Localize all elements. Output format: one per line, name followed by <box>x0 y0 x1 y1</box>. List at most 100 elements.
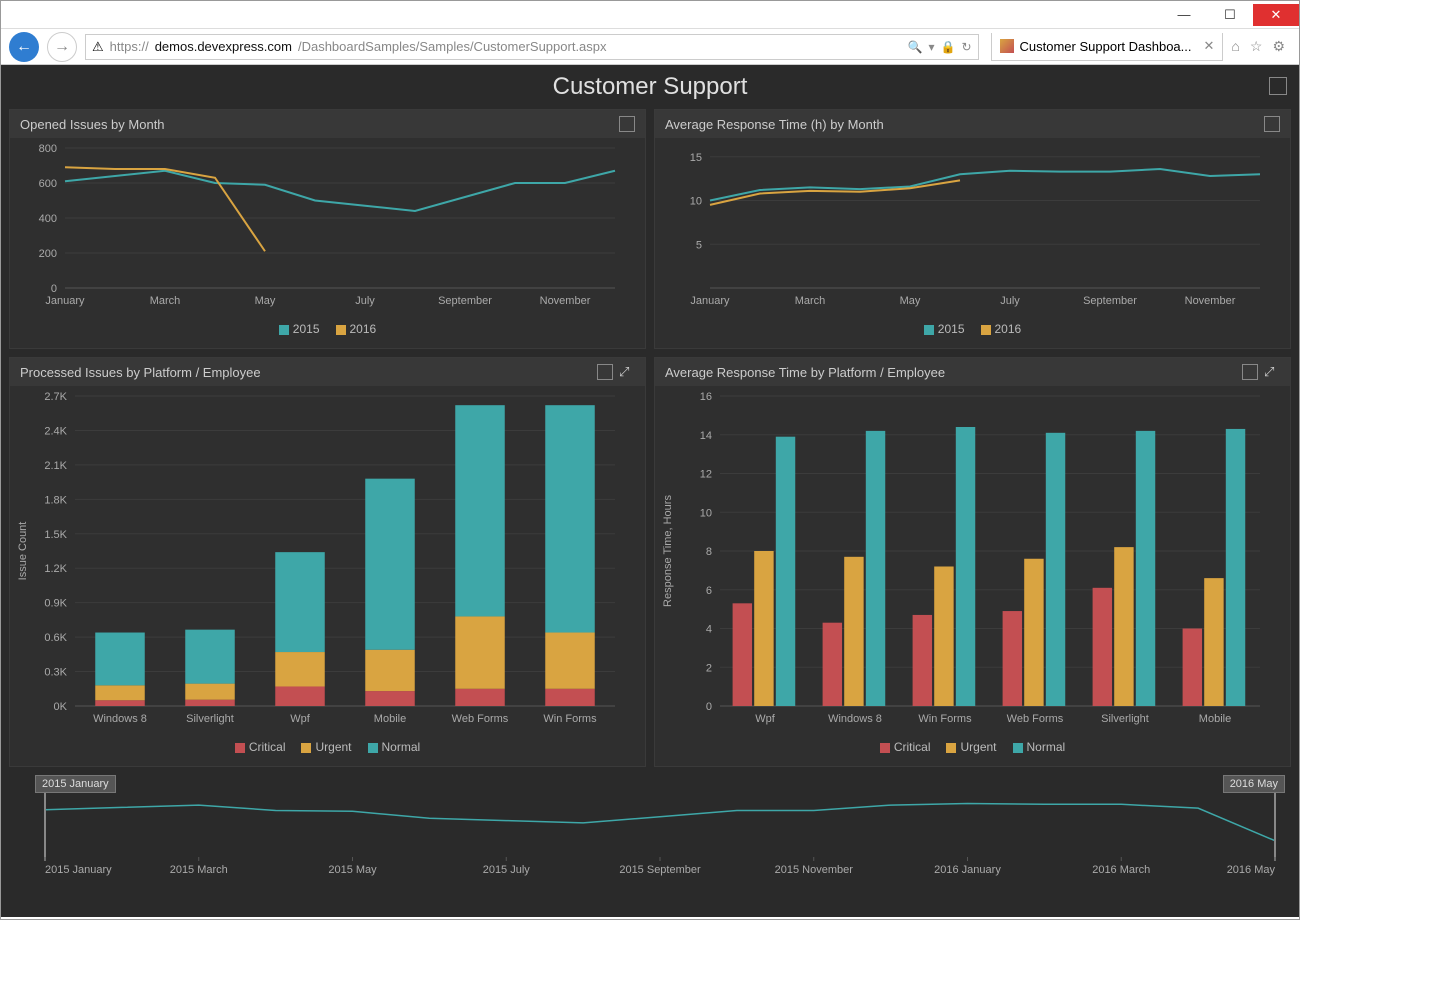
url-path: /DashboardSamples/Samples/CustomerSuppor… <box>298 39 607 54</box>
chart-avgplat[interactable]: 0246810121416WpfWindows 8Win FormsWeb Fo… <box>655 386 1290 766</box>
maximize-button[interactable]: ☐ <box>1207 4 1253 26</box>
url-host: demos.devexpress.com <box>155 39 292 54</box>
window-titlebar: — ☐ ✕ <box>1 1 1299 29</box>
legend-critical: Critical <box>894 740 931 754</box>
legend-normal: Normal <box>382 740 421 754</box>
svg-text:January: January <box>690 295 730 307</box>
range-end-label[interactable]: 2016 May <box>1223 775 1285 793</box>
svg-text:September: September <box>1083 295 1137 307</box>
favorites-icon[interactable]: ☆ <box>1250 38 1263 55</box>
legend-2015: 2015 <box>293 322 320 336</box>
pane-export-icon[interactable] <box>597 364 613 380</box>
range-selector[interactable]: 2015 January 2015 March 2015 May 2015 July 2… <box>5 771 1295 901</box>
chart-avgresp[interactable]: 51015JanuaryMarchMayJulySeptemberNovembe… <box>655 138 1290 348</box>
settings-icon[interactable]: ⚙ <box>1272 38 1285 55</box>
browser-tab[interactable]: Customer Support Dashboa... ✕ <box>991 33 1224 61</box>
svg-text:July: July <box>1000 295 1020 307</box>
svg-text:0.3K: 0.3K <box>44 667 67 679</box>
legend-year: 2015 2016 <box>655 318 1290 340</box>
svg-text:0: 0 <box>51 283 57 295</box>
svg-text:0K: 0K <box>54 701 68 713</box>
address-bar: ← → ⚠ https:// demos.devexpress.com /Das… <box>1 29 1299 65</box>
chart-processed[interactable]: 0K0.3K0.6K0.9K1.2K1.5K1.8K2.1K2.4K2.7KWi… <box>10 386 645 766</box>
pane-export-icon[interactable] <box>1264 116 1280 132</box>
refresh-icon[interactable]: ↻ <box>961 40 971 54</box>
svg-text:10: 10 <box>700 507 712 519</box>
close-button[interactable]: ✕ <box>1253 4 1299 26</box>
svg-text:2016 January: 2016 January <box>934 864 1001 876</box>
pane-export-icon[interactable] <box>619 116 635 132</box>
range-start-label[interactable]: 2015 January <box>35 775 116 793</box>
svg-text:January: January <box>45 295 85 307</box>
pane-title-text: Average Response Time (h) by Month <box>665 117 884 132</box>
pane-title-text: Processed Issues by Platform / Employee <box>20 365 261 380</box>
svg-text:May: May <box>255 295 276 307</box>
svg-text:Wpf: Wpf <box>755 713 776 725</box>
url-field[interactable]: ⚠ https:// demos.devexpress.com /Dashboa… <box>85 34 979 60</box>
svg-text:14: 14 <box>700 430 712 442</box>
svg-text:400: 400 <box>39 213 57 225</box>
search-icon[interactable]: 🔍 <box>908 40 923 54</box>
browser-window: — ☐ ✕ ← → ⚠ https:// demos.devexpress.co… <box>0 0 1300 920</box>
pane-drill-icon[interactable]: ⤢ <box>1264 364 1280 380</box>
svg-text:4: 4 <box>706 624 712 636</box>
legend-year: 2015 2016 <box>10 318 645 340</box>
pane-title-bar: Processed Issues by Platform / Employee … <box>10 358 645 386</box>
svg-text:Response Time, Hours: Response Time, Hours <box>662 495 674 607</box>
svg-text:15: 15 <box>690 152 702 164</box>
pane-title-bar: Average Response Time by Platform / Empl… <box>655 358 1290 386</box>
svg-text:Mobile: Mobile <box>374 713 406 725</box>
home-icon[interactable]: ⌂ <box>1231 38 1239 55</box>
legend-urgent: Urgent <box>315 740 351 754</box>
svg-text:5: 5 <box>696 239 702 251</box>
pane-drill-icon[interactable]: ⤢ <box>619 364 635 380</box>
lock-icon: 🔒 <box>941 40 956 54</box>
svg-text:2015 May: 2015 May <box>328 864 377 876</box>
svg-text:Web Forms: Web Forms <box>1007 713 1064 725</box>
svg-text:Silverlight: Silverlight <box>1101 713 1149 725</box>
svg-text:September: September <box>438 295 492 307</box>
legend-2016: 2016 <box>995 322 1022 336</box>
svg-text:800: 800 <box>39 143 57 155</box>
svg-text:16: 16 <box>700 391 712 403</box>
svg-text:Wpf: Wpf <box>290 713 311 725</box>
dashboard-header: Customer Support <box>5 69 1295 105</box>
svg-text:2: 2 <box>706 662 712 674</box>
svg-text:2015 March: 2015 March <box>170 864 228 876</box>
export-icon[interactable] <box>1269 77 1287 95</box>
pane-opened-issues: Opened Issues by Month 0200400600800Janu… <box>9 109 646 349</box>
svg-text:0.9K: 0.9K <box>44 598 67 610</box>
pane-processed-issues: Processed Issues by Platform / Employee … <box>9 357 646 767</box>
svg-text:2.7K: 2.7K <box>44 391 67 403</box>
svg-text:1.5K: 1.5K <box>44 529 67 541</box>
svg-text:6: 6 <box>706 585 712 597</box>
legend-sev: Critical Urgent Normal <box>10 736 645 758</box>
tab-favicon <box>1000 39 1014 53</box>
pane-avg-response: Average Response Time (h) by Month 51015… <box>654 109 1291 349</box>
svg-text:12: 12 <box>700 469 712 481</box>
tab-close-icon[interactable]: ✕ <box>1204 38 1215 54</box>
legend-sev: Critical Urgent Normal <box>655 736 1290 758</box>
chart-opened[interactable]: 0200400600800JanuaryMarchMayJulySeptembe… <box>10 138 645 348</box>
svg-text:2015 January: 2015 January <box>45 864 112 876</box>
pane-title-text: Opened Issues by Month <box>20 117 165 132</box>
svg-text:1.2K: 1.2K <box>44 563 67 575</box>
forward-button[interactable]: → <box>47 32 77 62</box>
ssl-icon: ⚠ <box>92 39 104 55</box>
svg-text:Win Forms: Win Forms <box>918 713 972 725</box>
dashboard-title: Customer Support <box>553 73 748 101</box>
svg-text:2015 September: 2015 September <box>619 864 701 876</box>
minimize-button[interactable]: — <box>1161 4 1207 26</box>
svg-text:0: 0 <box>706 701 712 713</box>
svg-text:March: March <box>150 295 181 307</box>
svg-text:Web Forms: Web Forms <box>452 713 509 725</box>
legend-2016: 2016 <box>350 322 377 336</box>
legend-normal: Normal <box>1027 740 1066 754</box>
svg-text:Windows 8: Windows 8 <box>828 713 882 725</box>
svg-text:2015 July: 2015 July <box>483 864 531 876</box>
back-button[interactable]: ← <box>9 32 39 62</box>
svg-text:Silverlight: Silverlight <box>186 713 234 725</box>
pane-export-icon[interactable] <box>1242 364 1258 380</box>
svg-text:1.8K: 1.8K <box>44 494 67 506</box>
svg-text:March: March <box>795 295 826 307</box>
